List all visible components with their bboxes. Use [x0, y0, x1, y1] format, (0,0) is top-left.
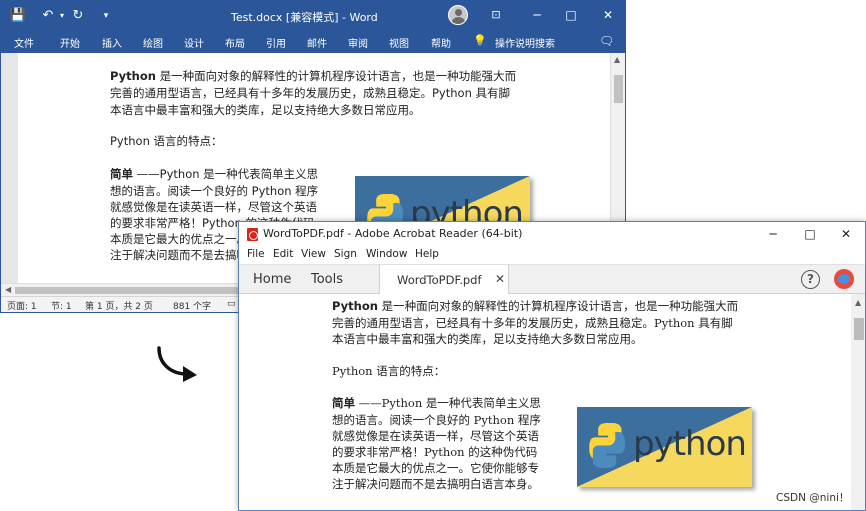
tab-tools[interactable]: Tools: [311, 272, 343, 287]
tab-home[interactable]: 开始: [60, 35, 80, 50]
pdf-vertical-scrollbar[interactable]: ▲: [851, 294, 865, 510]
customize-toolbar-icon[interactable]: ▾: [97, 7, 115, 25]
acrobat-menu-bar: File Edit View Sign Window Help: [239, 246, 865, 264]
acrobat-window: WordToPDF.pdf - Adobe Acrobat Reader (64…: [238, 221, 866, 511]
tab-mailings[interactable]: 邮件: [307, 35, 327, 50]
close-tab-icon[interactable]: ✕: [495, 272, 505, 286]
tab-home[interactable]: Home: [253, 272, 291, 287]
tab-help[interactable]: 帮助: [431, 35, 451, 50]
menu-file[interactable]: File: [247, 248, 265, 260]
status-section[interactable]: 节: 1: [51, 299, 72, 312]
menu-edit[interactable]: Edit: [273, 248, 293, 260]
word-paragraph-line: Python 语言的特点：: [110, 134, 223, 148]
maximize-icon[interactable]: □: [562, 6, 580, 24]
pdf-paragraph-line: 想的语言。阅读一个良好的 Python 程序: [332, 413, 541, 427]
pdf-paragraph-line: 本质是它最大的优点之一。它使你能够专: [332, 461, 539, 475]
pdf-paragraph-line: 本语言中最丰富和强大的类库，足以支持绝大多数日常应用。: [332, 332, 643, 346]
tab-view[interactable]: 视图: [389, 35, 409, 50]
python-logo-image[interactable]: python: [577, 407, 752, 487]
tab-insert[interactable]: 插入: [102, 35, 122, 50]
menu-view[interactable]: View: [301, 248, 326, 260]
close-icon[interactable]: ✕: [599, 6, 617, 24]
close-icon[interactable]: ✕: [837, 225, 855, 243]
pdf-paragraph-line: 的要求非常严格！Python 的这种伪代码: [332, 445, 538, 459]
watermark-text: CSDN @nini！: [776, 492, 850, 504]
scroll-up-icon[interactable]: ▲: [614, 55, 620, 64]
tell-me-search[interactable]: 操作说明搜索: [495, 35, 555, 50]
ribbon-display-icon[interactable]: ⊡: [487, 6, 505, 24]
pdf-paragraph-line: Python 是一种面向对象的解释性的计算机程序设计语言，也是一种功能强大而: [332, 299, 739, 313]
pdf-paragraph-line: 就感觉像是在读英语一样，尽管这个英语: [332, 429, 539, 443]
scroll-left-icon[interactable]: ◀: [5, 285, 11, 294]
menu-help[interactable]: Help: [415, 248, 439, 260]
pdf-paragraph-line: Python 语言的特点：: [332, 364, 446, 378]
pdf-paragraph-line: 完善的通用型语言，已经具有十多年的发展历史，成熟且稳定。Python 具有脚: [332, 316, 733, 330]
scroll-thumb[interactable]: [614, 75, 623, 103]
menu-window[interactable]: Window: [366, 248, 407, 260]
scroll-thumb[interactable]: [854, 318, 864, 340]
word-title-bar: 💾 ↶ ▾ ↻ ▾ Test.docx [兼容模式] - Word ⊡ ─ □ …: [1, 1, 625, 31]
menu-sign[interactable]: Sign: [334, 248, 357, 260]
pdf-paragraph-line: 简单 ——Python 是一种代表简单主义思: [332, 396, 541, 410]
word-ribbon-tabs: 文件 开始 插入 绘图 设计 布局 引用 邮件 审阅 视图 帮助 💡 操作说明搜…: [1, 31, 625, 53]
word-window-title: Test.docx [兼容模式] - Word: [231, 11, 378, 24]
minimize-icon[interactable]: ─: [764, 225, 782, 243]
pdf-paragraph-line: 注于解决问题而不是去搞明白语言本身。: [332, 477, 539, 491]
curved-arrow-icon: [157, 346, 197, 382]
acrobat-tab-bar: Home Tools WordToPDF.pdf ✕ ?: [239, 264, 865, 295]
word-paragraph-line: Python 是一种面向对象的解释性的计算机程序设计语言，也是一种功能强大而: [110, 69, 517, 83]
pdf-file-icon: [247, 228, 258, 241]
minimize-icon[interactable]: ─: [528, 6, 546, 24]
status-page[interactable]: 页面: 1: [7, 299, 37, 312]
comments-icon[interactable]: 🗨: [599, 34, 614, 48]
status-word-count[interactable]: 881 个字: [173, 299, 211, 312]
word-paragraph-line: 想的语言。阅读一个良好的 Python 程序: [110, 184, 319, 198]
status-page-count[interactable]: 第 1 页，共 2 页: [85, 299, 153, 312]
tab-file[interactable]: 文件: [14, 35, 34, 50]
user-avatar-icon[interactable]: [448, 5, 468, 25]
tab-review[interactable]: 审阅: [348, 35, 368, 50]
acrobat-title-bar: WordToPDF.pdf - Adobe Acrobat Reader (64…: [239, 222, 865, 246]
proofing-icon[interactable]: ▭: [227, 299, 236, 309]
save-icon[interactable]: 💾: [9, 7, 27, 25]
tab-references[interactable]: 引用: [266, 35, 286, 50]
tab-layout[interactable]: 布局: [225, 35, 245, 50]
tab-draw[interactable]: 绘图: [143, 35, 163, 50]
pdf-document-page[interactable]: Python 是一种面向对象的解释性的计算机程序设计语言，也是一种功能强大而 完…: [239, 294, 851, 510]
redo-icon[interactable]: ↻: [69, 7, 87, 25]
tab-document[interactable]: WordToPDF.pdf ✕: [379, 265, 509, 295]
word-paragraph-line: 完善的通用型语言，已经具有十多年的发展历史，成熟且稳定。Python 具有脚: [110, 86, 511, 100]
word-paragraph-line: 就感觉像是在读英语一样，尽管这个英语: [110, 200, 317, 214]
word-paragraph-line: 简单 ——Python 是一种代表简单主义思: [110, 167, 319, 181]
tab-design[interactable]: 设计: [184, 35, 204, 50]
maximize-icon[interactable]: □: [801, 225, 819, 243]
account-avatar-icon[interactable]: [834, 269, 854, 289]
scroll-up-icon[interactable]: ▲: [855, 298, 861, 307]
lightbulb-icon: 💡: [473, 34, 487, 47]
tab-document-label: WordToPDF.pdf: [397, 273, 482, 287]
help-icon[interactable]: ?: [801, 270, 820, 289]
acrobat-window-title: WordToPDF.pdf - Adobe Acrobat Reader (64…: [263, 227, 523, 240]
word-paragraph-line: 本语言中最丰富和强大的类库，足以支持绝大多数日常应用。: [110, 103, 421, 117]
python-logo-text: python: [633, 424, 747, 464]
